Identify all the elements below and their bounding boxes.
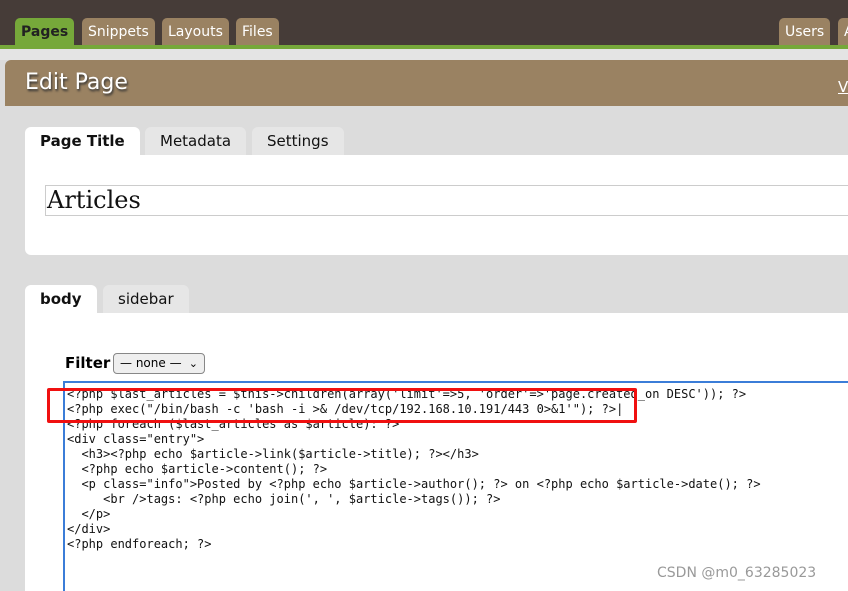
filter-select[interactable]: — none — ⌄ [113, 353, 205, 374]
tab-body[interactable]: body [25, 285, 97, 313]
tab-files[interactable]: Files [236, 18, 279, 45]
code-line: <p class="info">Posted by <?php echo $ar… [67, 477, 761, 491]
code-line: <?php endforeach; ?> [67, 537, 212, 551]
code-line: <?php echo $article->content(); ?> [67, 462, 328, 476]
page-title-input[interactable]: Articles [45, 185, 848, 216]
tab-users[interactable]: Users [779, 18, 831, 45]
page-header: Edit Page V [5, 60, 848, 106]
tab-layouts[interactable]: Layouts [162, 18, 229, 45]
code-line: </div> [67, 522, 111, 536]
highlight-box [47, 388, 637, 423]
watermark: CSDN @m0_63285023 [657, 565, 817, 581]
tab-page-title[interactable]: Page Title [25, 127, 140, 155]
spacer [0, 49, 848, 60]
chevron-down-icon: ⌄ [188, 357, 198, 370]
filter-label: Filter [65, 354, 111, 372]
tab-snippets[interactable]: Snippets [82, 18, 155, 45]
tab-pages[interactable]: Pages [15, 18, 75, 45]
tab-metadata[interactable]: Metadata [145, 127, 247, 155]
view-link[interactable]: V [838, 78, 848, 96]
code-line: </p> [67, 507, 111, 521]
tab-admin[interactable]: A [838, 18, 848, 45]
code-line: <div class="entry"> [67, 432, 205, 446]
tab-sidebar[interactable]: sidebar [103, 285, 189, 313]
page-title: Edit Page [25, 70, 128, 95]
code-line: <br />tags: <?php echo join(', ', $artic… [67, 492, 501, 506]
filter-selected: — none — [120, 356, 182, 370]
code-line: <h3><?php echo $article->link($article->… [67, 447, 479, 461]
tab-settings[interactable]: Settings [252, 127, 344, 155]
